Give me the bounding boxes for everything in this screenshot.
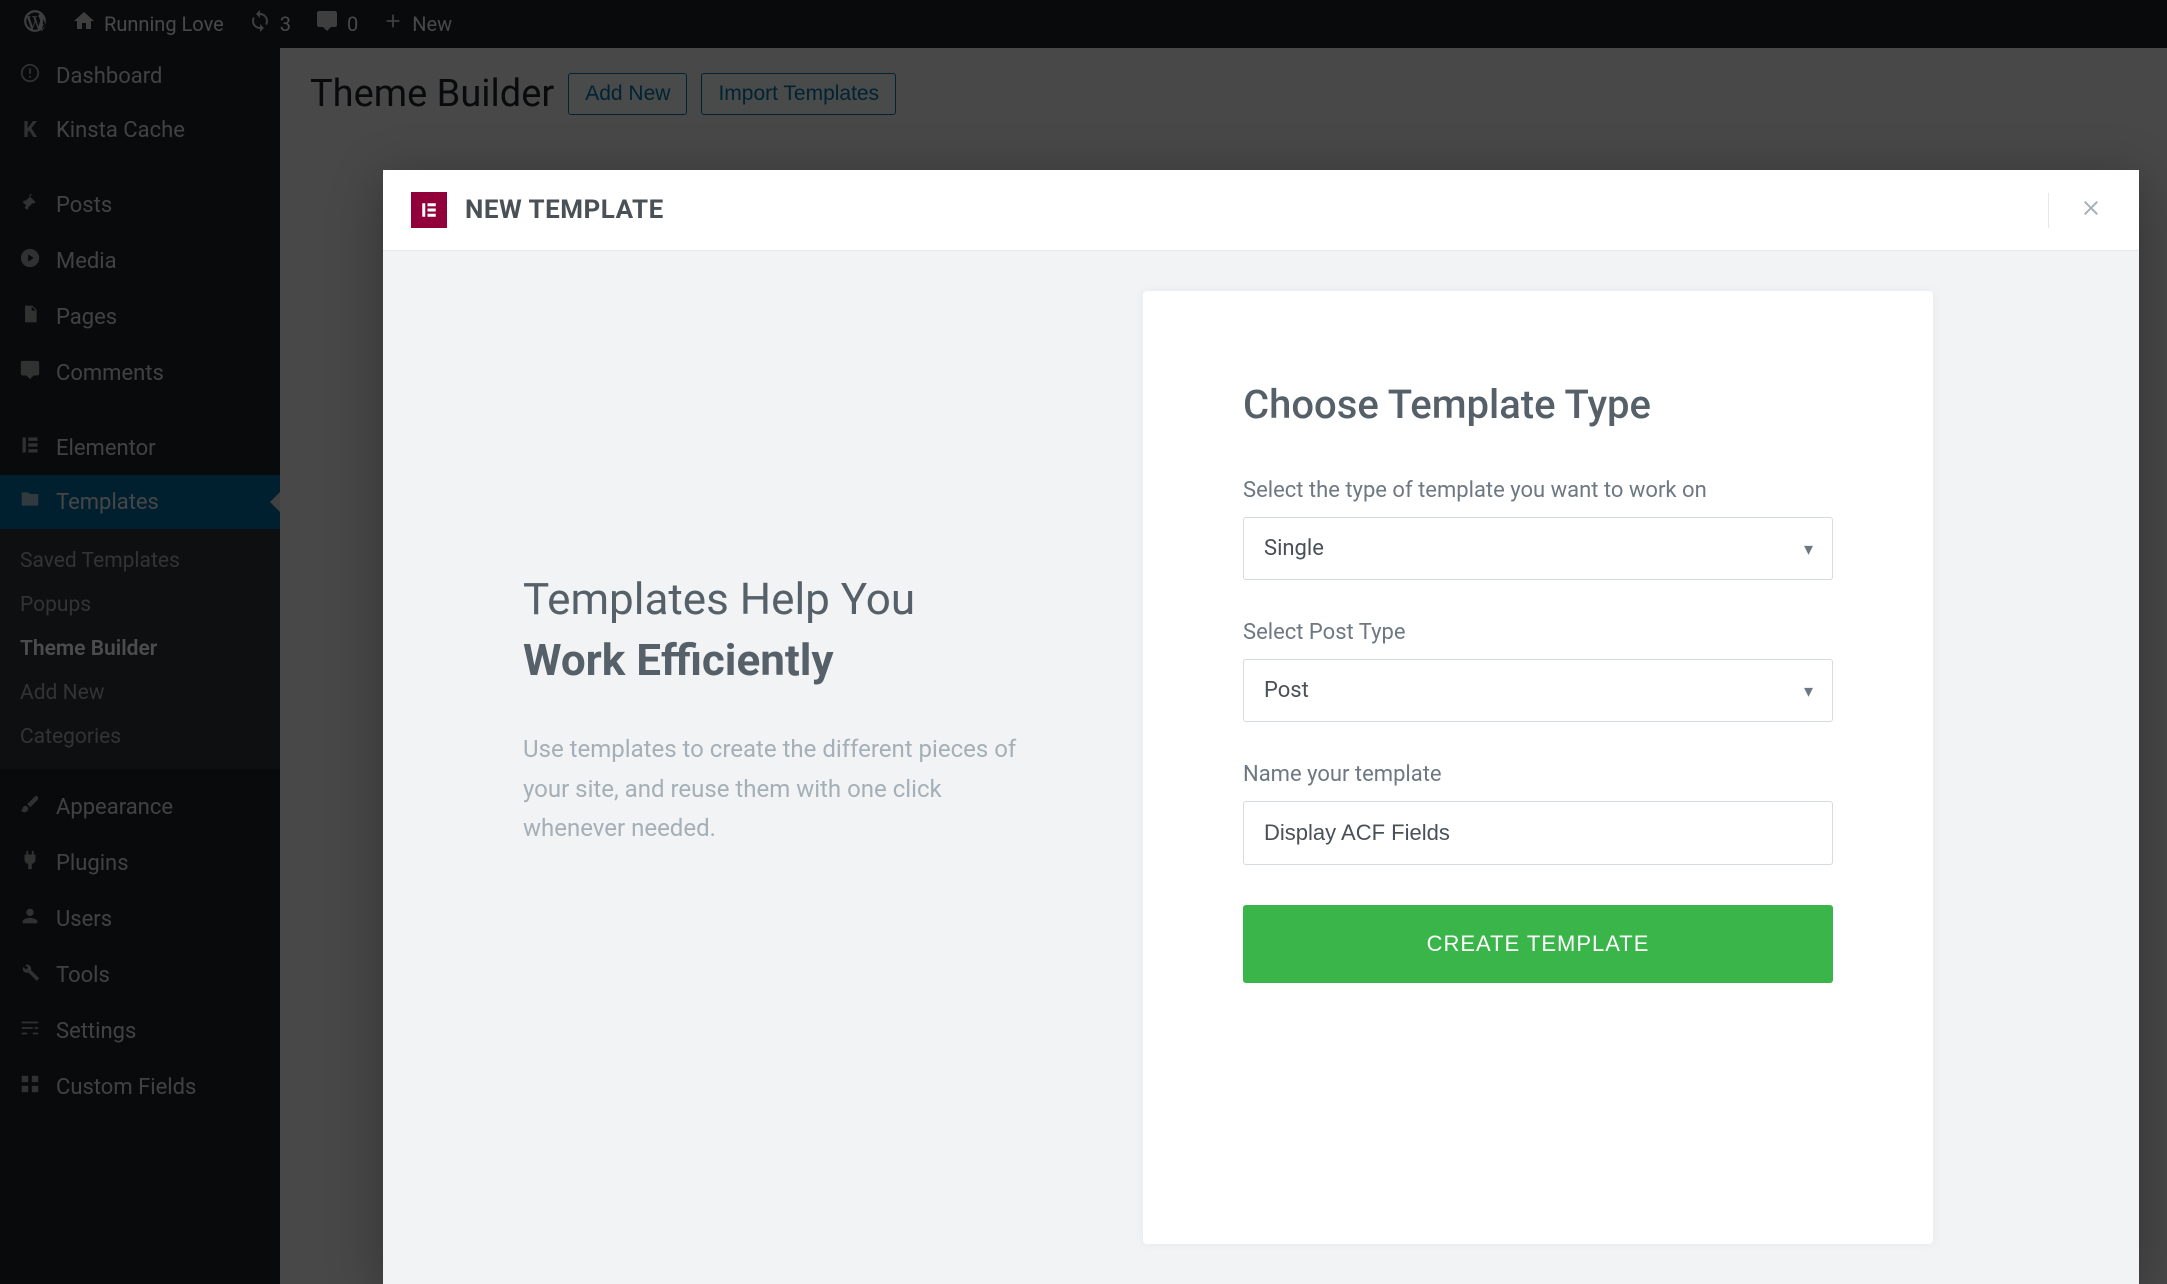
template-name-input[interactable] (1243, 801, 1833, 865)
close-button[interactable] (2048, 193, 2111, 228)
close-icon (2079, 193, 2103, 228)
new-template-modal: NEW TEMPLATE Templates Help You Work Eff… (383, 170, 2139, 1284)
info-headline-1: Templates Help You (523, 571, 1043, 628)
modal-title: NEW TEMPLATE (465, 195, 664, 225)
template-form-panel: Choose Template Type Select the type of … (1143, 291, 1933, 1244)
info-headline-2: Work Efficiently (523, 634, 1043, 686)
template-type-label: Select the type of template you want to … (1243, 478, 1833, 503)
post-type-select[interactable]: Post (1243, 659, 1833, 722)
template-name-label: Name your template (1243, 762, 1833, 787)
create-template-button[interactable]: CREATE TEMPLATE (1243, 905, 1833, 983)
modal-info-panel: Templates Help You Work Efficiently Use … (523, 291, 1043, 1244)
modal-body: Templates Help You Work Efficiently Use … (383, 251, 2139, 1284)
info-description: Use templates to create the different pi… (523, 730, 1043, 849)
elementor-logo-icon (411, 192, 447, 228)
form-title: Choose Template Type (1243, 381, 1833, 428)
modal-header: NEW TEMPLATE (383, 170, 2139, 251)
post-type-label: Select Post Type (1243, 620, 1833, 645)
template-type-select[interactable]: Single (1243, 517, 1833, 580)
